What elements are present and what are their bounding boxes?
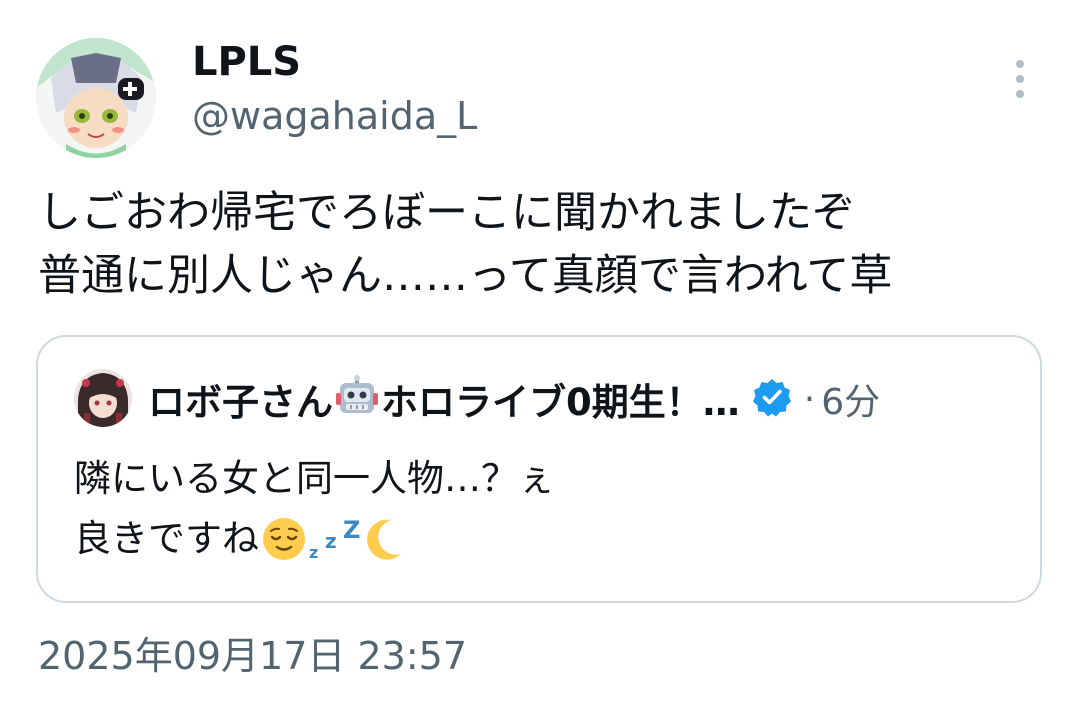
quoted-avatar-image xyxy=(74,369,132,427)
tweet-text: しごおわ帰宅でろぼーこに聞かれましたぞ 普通に別人じゃん……って真顔で言われて草 xyxy=(38,182,1048,308)
quoted-tweet-line-2: 良きですね z z Z xyxy=(74,509,555,569)
crescent-moon-emoji-icon xyxy=(367,519,401,560)
svg-text:Z: Z xyxy=(343,516,360,544)
quoted-author-name[interactable]: ロボ子さん xyxy=(148,372,333,426)
verified-badge-icon xyxy=(752,377,792,421)
tweet-text-line: しごおわ帰宅でろぼーこに聞かれましたぞ xyxy=(38,188,855,238)
quoted-author-name-suffix[interactable]: ホロライブ0期生！… xyxy=(381,372,740,426)
more-options-button[interactable] xyxy=(1004,54,1036,106)
author-avatar[interactable] xyxy=(36,38,156,158)
tweet-text-line: 普通に別人じゃん……って真顔で言われて草 xyxy=(38,251,893,301)
robot-emoji-icon xyxy=(335,375,379,423)
emoji-group: z z Z xyxy=(261,516,405,562)
quoted-tweet-line: 良きですね xyxy=(74,517,259,560)
separator-dot: · xyxy=(803,378,816,420)
quoted-tweet-line: 隣にいる女と同一人物…？ぇ xyxy=(74,457,555,500)
relieved-face-emoji-icon xyxy=(263,518,305,560)
profile-avatar-image xyxy=(36,38,156,158)
quoted-author-avatar[interactable] xyxy=(74,369,132,427)
zzz-emoji-icon: z z Z xyxy=(309,516,360,562)
tweet-timestamp[interactable]: 2025年09月17日 23:57 xyxy=(38,632,467,680)
quoted-tweet-text: 隣にいる女と同一人物…？ぇ 良きですね z z Z xyxy=(74,449,555,569)
svg-text:z: z xyxy=(325,529,337,553)
svg-text:z: z xyxy=(309,543,318,562)
quoted-tweet-card[interactable]: ロボ子さん ホロライブ0期生！… · 6分 隣にいる女と同一人物…？ぇ 良きです… xyxy=(36,335,1042,603)
quoted-tweet-header: ロボ子さん ホロライブ0期生！… · 6分 xyxy=(148,373,880,425)
author-display-name[interactable]: LPLS xyxy=(192,38,301,86)
more-vertical-icon xyxy=(1016,60,1024,98)
quoted-tweet-time[interactable]: 6分 xyxy=(821,373,880,425)
author-handle[interactable]: @wagahaida_L xyxy=(192,93,477,139)
